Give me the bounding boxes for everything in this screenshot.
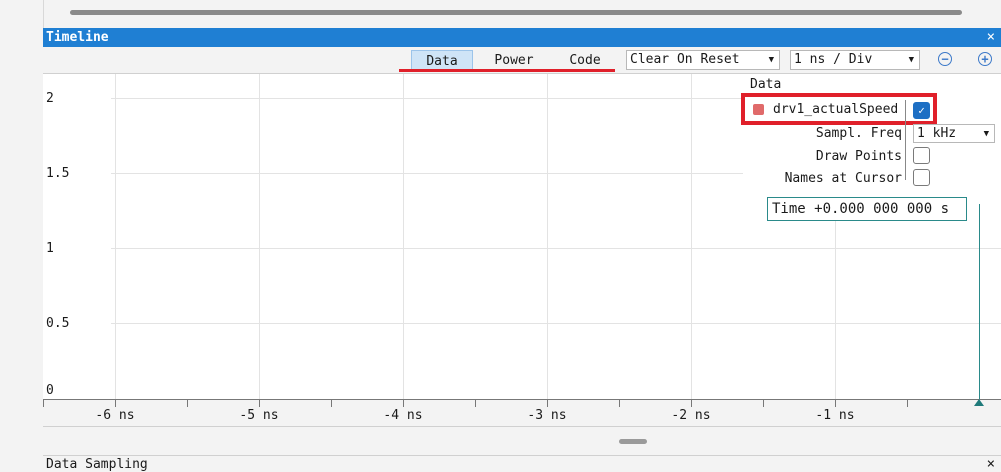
y-tick-label: 0.5 (46, 316, 70, 331)
x-tick-label: -5 ns (239, 408, 279, 423)
draw-points-label: Draw Points (815, 149, 902, 164)
time-div-value: 1 ns / Div (794, 52, 873, 67)
x-tick (115, 400, 116, 407)
horizontal-scrollbar[interactable] (70, 10, 962, 15)
x-tick (619, 400, 620, 407)
cursor-marker-icon[interactable] (974, 399, 984, 406)
zoom-out-icon[interactable]: − (938, 52, 952, 66)
splitter-grip-icon[interactable] (619, 439, 647, 444)
tab-data[interactable]: Data (411, 50, 473, 71)
panel-title: Timeline (46, 30, 109, 45)
x-tick (331, 400, 332, 407)
panel-splitter[interactable] (43, 426, 1001, 457)
sampl-freq-select[interactable]: 1 kHz ▼ (913, 124, 995, 143)
series-name: drv1_actualSpeed (773, 102, 899, 117)
grid-line-vertical (547, 74, 548, 399)
x-tick-label: -4 ns (383, 408, 423, 423)
zoom-in-icon[interactable]: + (978, 52, 992, 66)
tab-code[interactable]: Code (555, 50, 615, 71)
x-tick-label: -1 ns (815, 408, 855, 423)
x-axis: -6 ns -5 ns -4 ns -3 ns -2 ns -1 ns (43, 399, 1001, 427)
sampl-freq-value: 1 kHz (917, 126, 957, 141)
y-tick-label: 2 (46, 91, 54, 106)
names-at-cursor-label: Names at Cursor (784, 171, 902, 186)
x-tick-label: -6 ns (95, 408, 135, 423)
y-tick-label: 1.5 (46, 166, 70, 181)
legend-title: Data (750, 77, 782, 92)
grid-line-horizontal (111, 248, 1001, 249)
x-tick (403, 400, 404, 407)
x-tick (259, 400, 260, 407)
reset-mode-select[interactable]: Clear On Reset ▼ (626, 50, 780, 70)
sampl-freq-label: Sampl. Freq (815, 126, 902, 141)
time-div-select[interactable]: 1 ns / Div ▼ (790, 50, 920, 70)
chevron-down-icon: ▼ (983, 129, 989, 139)
left-gutter (0, 0, 44, 470)
x-tick (691, 400, 692, 407)
x-tick (835, 400, 836, 407)
grid-line-vertical (403, 74, 404, 399)
data-legend-panel: Data drv1_actualSpeed ✓ Sampl. Freq 1 kH… (741, 74, 1001, 204)
legend-separator (905, 100, 906, 180)
data-sampling-title-bar: Data Sampling × (43, 455, 1001, 472)
grid-line-horizontal (111, 323, 1001, 324)
x-tick (907, 400, 908, 407)
x-tick-label: -2 ns (671, 408, 711, 423)
tabs-highlight-underline (399, 69, 615, 72)
timeline-plot-area[interactable]: 2 1.5 1 0.5 0 Data drv1_actualSpeed ✓ Sa… (43, 74, 1001, 399)
x-tick (475, 400, 476, 407)
reset-mode-value: Clear On Reset (630, 52, 740, 67)
close-icon[interactable]: × (987, 28, 995, 47)
time-cursor-line[interactable] (979, 194, 980, 399)
names-at-cursor-checkbox[interactable] (913, 169, 930, 186)
series-row-drv1-actualspeed[interactable]: drv1_actualSpeed ✓ (741, 93, 939, 127)
cursor-time-readout: Time +0.000 000 000 s (767, 197, 967, 221)
y-tick-label: 1 (46, 241, 54, 256)
x-tick (763, 400, 764, 407)
tab-power[interactable]: Power (483, 50, 545, 71)
draw-points-checkbox[interactable] (913, 147, 930, 164)
grid-line-vertical (691, 74, 692, 399)
timeline-title-bar: Timeline × (43, 28, 1001, 47)
x-tick-label: -3 ns (527, 408, 567, 423)
timeline-toolbar: Data Power Code Clear On Reset ▼ 1 ns / … (43, 47, 1001, 74)
y-tick-label: 0 (46, 383, 54, 398)
chevron-down-icon: ▼ (768, 55, 774, 65)
x-tick (43, 400, 44, 407)
series-visible-checkbox[interactable]: ✓ (913, 102, 930, 119)
grid-line-vertical (259, 74, 260, 399)
x-tick (547, 400, 548, 407)
series-color-swatch (753, 104, 764, 115)
grid-line-vertical (115, 74, 116, 399)
chevron-down-icon: ▼ (908, 55, 914, 65)
x-tick (187, 400, 188, 407)
